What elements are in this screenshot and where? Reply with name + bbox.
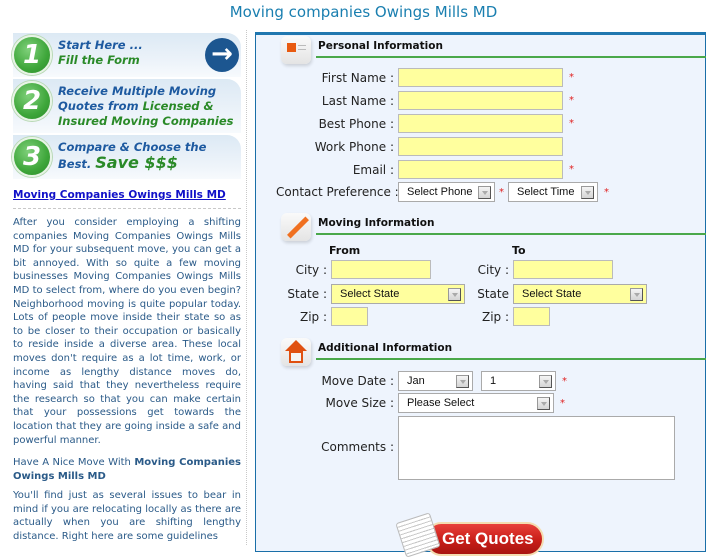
get-quotes-button[interactable]: Get Quotes: [395, 512, 546, 558]
arrow-right-icon[interactable]: →: [205, 38, 239, 72]
article-paragraph-1: After you consider employing a shifting …: [13, 217, 241, 446]
move-date-label: Move Date :: [321, 374, 394, 388]
to-zip-input[interactable]: [513, 307, 550, 326]
chevron-down-icon: [478, 186, 491, 199]
work-phone-label: Work Phone :: [314, 139, 394, 154]
to-zip-label: Zip :: [481, 309, 509, 324]
required-mark: *: [499, 186, 504, 198]
required-mark: *: [569, 118, 574, 129]
quote-form: Personal Information First Name : * Last…: [255, 32, 706, 558]
get-quotes-label: Get Quotes: [426, 522, 544, 556]
move-month-dropdown[interactable]: Jan: [398, 371, 473, 391]
from-zip-label: Zip :: [299, 309, 327, 324]
first-name-input[interactable]: [398, 68, 563, 87]
from-city-label: City :: [295, 262, 327, 277]
to-state-label: State: [477, 287, 509, 301]
chevron-down-icon: [539, 375, 552, 388]
last-name-label: Last Name :: [321, 93, 394, 108]
chevron-down-icon: [456, 375, 469, 388]
move-size-dropdown[interactable]: Please Select: [398, 393, 554, 413]
chevron-down-icon: [630, 288, 643, 301]
sidebar: 1 Start Here ... Fill the Form → 2 Recei…: [12, 33, 241, 544]
last-name-input[interactable]: [398, 91, 563, 110]
work-phone-input[interactable]: [398, 137, 563, 156]
required-mark: *: [562, 375, 567, 387]
best-phone-label: Best Phone :: [318, 116, 394, 131]
comments-label: Comments :: [321, 440, 394, 454]
step-number-2-icon: 2: [12, 81, 52, 121]
required-mark: *: [569, 72, 574, 83]
step-1: 1 Start Here ... Fill the Form →: [12, 33, 241, 77]
step-3: 3 Compare & Choose the Best. Save $$$: [12, 135, 241, 179]
step-2-line2b: Licensed &: [142, 99, 214, 113]
step-number-1-icon: 1: [12, 35, 52, 75]
best-phone-input[interactable]: [398, 114, 563, 133]
select-phone-dropdown[interactable]: Select Phone: [398, 182, 495, 202]
required-mark: *: [569, 95, 574, 106]
step-1-line2: Fill the Form: [58, 53, 140, 67]
chevron-down-icon: [581, 186, 594, 199]
email-input[interactable]: [398, 160, 563, 179]
to-heading: To: [512, 244, 526, 257]
divider: [13, 208, 241, 209]
house-icon: [281, 338, 311, 366]
comments-textarea[interactable]: [398, 416, 675, 480]
from-state-label: State :: [287, 287, 327, 301]
moving-companies-link[interactable]: Moving Companies Owings Mills MD: [13, 189, 241, 201]
email-label: Email :: [352, 162, 394, 177]
from-heading: From: [329, 244, 361, 257]
chevron-down-icon: [537, 397, 550, 410]
to-state-dropdown[interactable]: Select State: [513, 284, 647, 304]
step-2-line3: Insured Moving Companies: [58, 114, 234, 128]
required-mark: *: [604, 186, 609, 198]
personal-information-header: Personal Information: [281, 36, 706, 64]
from-zip-input[interactable]: [331, 307, 368, 326]
step-3-line2a: Best.: [58, 157, 96, 171]
move-size-label: Move Size :: [325, 396, 394, 410]
step-2-line1: Receive Multiple Moving: [58, 84, 217, 98]
step-2: 2 Receive Multiple Moving Quotes from Li…: [12, 79, 241, 133]
step-number-3-icon: 3: [12, 137, 52, 177]
pencil-icon: [281, 213, 311, 241]
to-city-label: City :: [477, 262, 509, 277]
column-separator: [246, 30, 247, 545]
move-day-dropdown[interactable]: 1: [481, 371, 556, 391]
contact-card-icon: [281, 36, 311, 64]
first-name-label: First Name :: [321, 70, 394, 85]
select-time-dropdown[interactable]: Select Time: [508, 182, 598, 202]
article-heading-2: Have A Nice Move With Moving Companies O…: [13, 457, 241, 482]
article-paragraph-2: You'll find just as several issues to be…: [13, 490, 241, 543]
step-1-line1: Start Here ...: [58, 38, 143, 52]
page-title: Moving companies Owings Mills MD: [229, 3, 498, 21]
step-3-save: Save $$$: [95, 153, 178, 172]
moving-information-header: Moving Information: [281, 213, 706, 241]
required-mark: *: [560, 397, 565, 409]
additional-information-header: Additional Information: [281, 338, 706, 366]
required-mark: *: [569, 164, 574, 175]
from-city-input[interactable]: [331, 260, 431, 279]
contact-preference-label: Contact Preference :: [276, 185, 399, 199]
step-2-line2a: Quotes from: [58, 99, 143, 113]
to-city-input[interactable]: [513, 260, 613, 279]
